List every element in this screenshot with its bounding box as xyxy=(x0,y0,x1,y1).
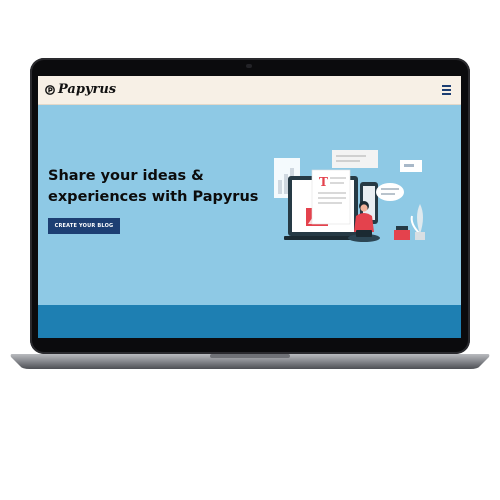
webcam xyxy=(246,64,252,68)
create-blog-button[interactable]: CREATE YOUR BLOG xyxy=(48,218,120,234)
top-navbar: Papyrus xyxy=(38,76,461,105)
blogging-illustration-icon: T xyxy=(274,150,425,242)
brand-name[interactable]: Papyrus xyxy=(58,81,116,99)
footer-band xyxy=(38,305,461,338)
papyrus-logo-icon xyxy=(45,85,55,95)
svg-text:T: T xyxy=(319,175,328,189)
laptop-mockup: Papyrus Share your ideas & experiences w… xyxy=(0,0,500,500)
laptop-screen: Papyrus Share your ideas & experiences w… xyxy=(38,76,461,338)
hero-title: Share your ideas & experiences with Papy… xyxy=(48,168,259,205)
laptop-base xyxy=(10,354,490,369)
hamburger-menu-icon[interactable] xyxy=(442,85,451,95)
